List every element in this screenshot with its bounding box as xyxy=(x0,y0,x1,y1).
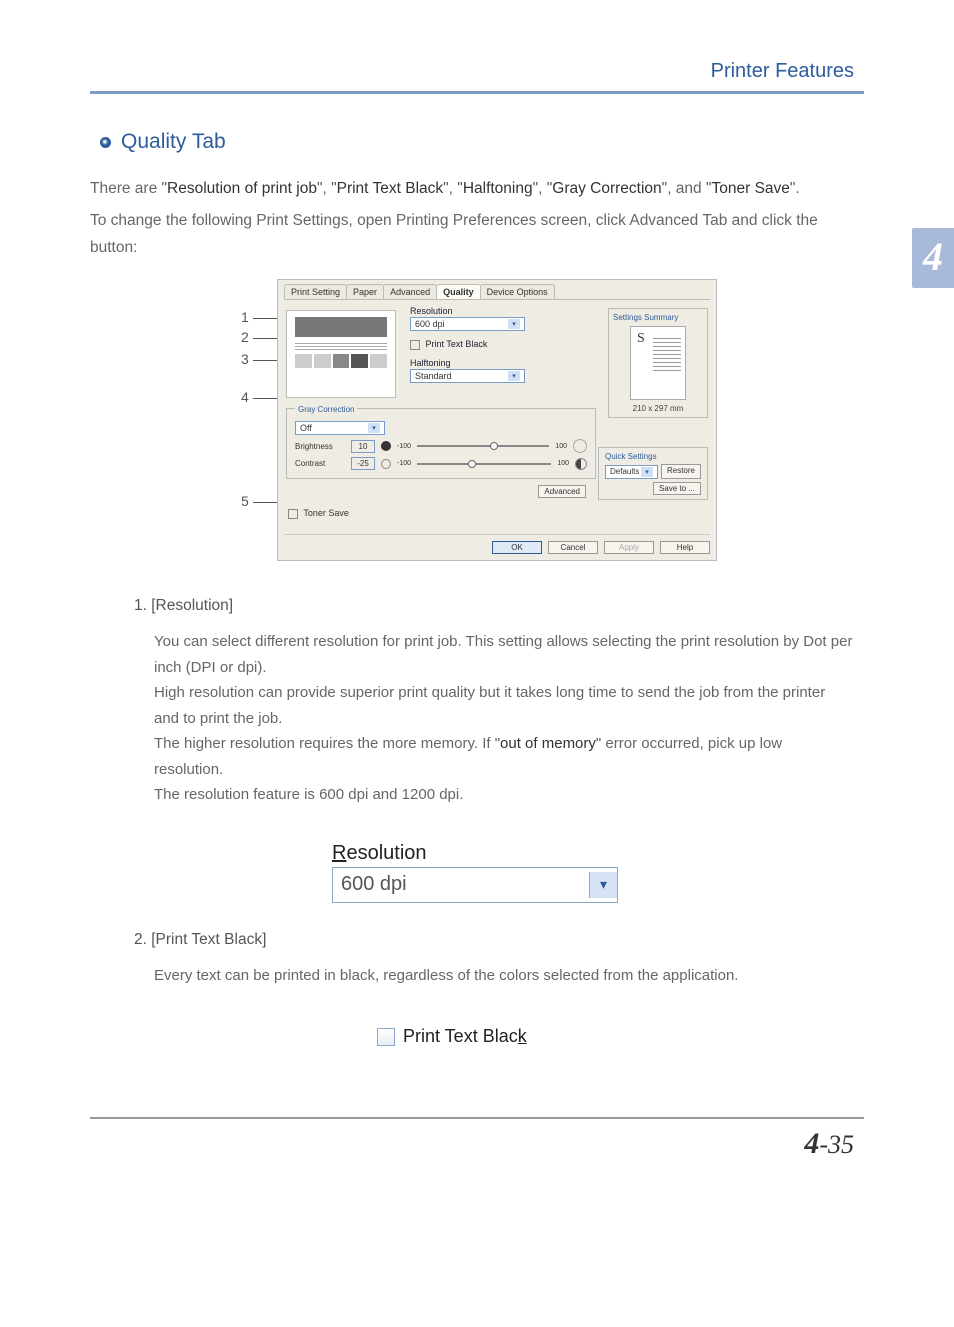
section-title: Quality Tab xyxy=(121,130,226,154)
help-button[interactable]: Help xyxy=(660,541,710,554)
gray-correction-group: Gray Correction Off▾ Brightness 10 -100 … xyxy=(286,408,596,479)
halftoning-label: Halftoning xyxy=(410,358,560,368)
settings-summary-panel: Settings Summary S 210 x 297 mm xyxy=(608,308,708,418)
chevron-down-icon: ▾ xyxy=(368,423,380,433)
resolution-closeup: Resolution 600 dpi ▾ xyxy=(332,842,622,903)
resolution-select[interactable]: 600 dpi▾ xyxy=(410,317,525,331)
quick-settings-select[interactable]: Defaults▾ xyxy=(605,465,658,479)
brightness-value[interactable]: 10 xyxy=(351,440,375,453)
item-1-p1: You can select different resolution for … xyxy=(154,629,854,680)
intro-instruction: To change the following Print Settings, … xyxy=(90,208,864,261)
resolution-label: Resolution xyxy=(410,306,560,316)
toner-save-checkbox[interactable] xyxy=(288,509,298,519)
page-number: 4-35 xyxy=(90,1127,864,1161)
print-text-black-closeup: Print Text Black xyxy=(377,1026,577,1047)
tab-device-options[interactable]: Device Options xyxy=(480,284,555,299)
resolution-dropdown[interactable]: 600 dpi ▾ xyxy=(332,867,618,903)
quality-tab-dialog: Print Setting Paper Advanced Quality Dev… xyxy=(277,279,717,561)
tab-print-setting[interactable]: Print Setting xyxy=(284,284,347,299)
circle-icon xyxy=(381,459,391,469)
preview-thumbnail xyxy=(286,310,396,398)
section-bullet-icon xyxy=(100,137,111,148)
intro-paragraph: There are "Resolution of print job", "Pr… xyxy=(90,176,864,202)
brightness-label: Brightness xyxy=(295,442,345,451)
tab-quality[interactable]: Quality xyxy=(436,284,481,299)
callout-1: 1 xyxy=(241,309,249,325)
print-text-black-label: Print Text Black xyxy=(426,339,488,349)
quick-settings-panel: Quick Settings Defaults▾ Restore Save to… xyxy=(598,447,708,500)
callout-3: 3 xyxy=(241,351,249,367)
print-text-black-checkbox[interactable] xyxy=(410,340,420,350)
contrast-icon xyxy=(575,458,587,470)
gray-correction-mode-select[interactable]: Off▾ xyxy=(295,421,385,435)
brightness-slider[interactable] xyxy=(417,445,549,447)
contrast-label: Contrast xyxy=(295,459,345,468)
tab-advanced[interactable]: Advanced xyxy=(383,284,437,299)
contrast-value[interactable]: -25 xyxy=(351,457,375,470)
chapter-side-tab: 4 xyxy=(912,228,954,288)
chevron-down-icon: ▾ xyxy=(589,872,617,898)
tab-paper[interactable]: Paper xyxy=(346,284,384,299)
sun-icon xyxy=(573,439,587,453)
apply-button[interactable]: Apply xyxy=(604,541,654,554)
dark-icon xyxy=(381,441,391,451)
advanced-button[interactable]: Advanced xyxy=(538,485,586,498)
header-rule xyxy=(90,91,864,94)
item-1-p3: The higher resolution requires the more … xyxy=(154,731,854,782)
chevron-down-icon: ▾ xyxy=(508,319,520,329)
item-1-p4: The resolution feature is 600 dpi and 12… xyxy=(154,782,854,808)
chevron-down-icon: ▾ xyxy=(508,371,520,381)
item-1-title: 1. [Resolution] xyxy=(134,597,864,615)
item-2-p1: Every text can be printed in black, rega… xyxy=(154,963,854,989)
chevron-down-icon: ▾ xyxy=(641,467,653,477)
callout-2: 2 xyxy=(241,329,249,345)
ok-button[interactable]: OK xyxy=(492,541,542,554)
callout-5: 5 xyxy=(241,493,249,509)
callout-4: 4 xyxy=(241,389,249,405)
save-to-button[interactable]: Save to ... xyxy=(653,482,701,495)
item-2-title: 2. [Print Text Black] xyxy=(134,931,864,949)
halftoning-select[interactable]: Standard▾ xyxy=(410,369,525,383)
footer-rule xyxy=(90,1117,864,1119)
print-text-black-big-checkbox[interactable] xyxy=(377,1028,395,1046)
contrast-slider[interactable] xyxy=(417,463,551,465)
toner-save-label: Toner Save xyxy=(303,508,349,518)
cancel-button[interactable]: Cancel xyxy=(548,541,598,554)
item-1-p2: High resolution can provide superior pri… xyxy=(154,680,854,731)
page-header-title: Printer Features xyxy=(711,60,854,82)
restore-button[interactable]: Restore xyxy=(661,464,701,479)
